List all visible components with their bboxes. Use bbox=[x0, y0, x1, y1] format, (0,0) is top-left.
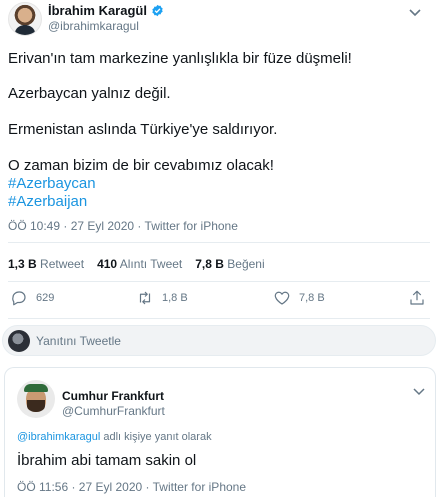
replying-to: @ibrahimkaragul adlı kişiye yanıt olarak bbox=[17, 431, 212, 443]
author-display-name[interactable]: İbrahim Karagül bbox=[48, 3, 147, 18]
like-button[interactable]: 7,8 B bbox=[273, 289, 325, 307]
tweet-timestamp[interactable]: ÖÖ 10:49 · 27 Eyl 2020 · Twitter for iPh… bbox=[8, 219, 238, 233]
share-icon bbox=[410, 290, 424, 305]
tweet-text-line: Azerbaycan yalnız değil. bbox=[8, 85, 171, 102]
chevron-down-icon[interactable] bbox=[406, 6, 424, 20]
divider bbox=[8, 281, 430, 282]
reply-count: 629 bbox=[36, 292, 55, 304]
like-stat-count: 7,8 B bbox=[195, 257, 224, 271]
comment-icon bbox=[12, 291, 26, 306]
divider bbox=[8, 318, 430, 319]
mention-link[interactable]: @ibrahimkaragul bbox=[17, 431, 100, 443]
tweet-stats: 1,3 B Retweet 410 Alıntı Tweet 7,8 B Beğ… bbox=[8, 257, 265, 271]
retweet-stat-count: 1,3 B bbox=[8, 257, 37, 271]
reply-text: İbrahim abi tamam sakin ol bbox=[17, 452, 197, 469]
retweet-count: 1,8 B bbox=[162, 292, 188, 304]
like-stat-label: Beğeni bbox=[227, 257, 265, 271]
quote-stat[interactable]: 410 Alıntı Tweet bbox=[97, 257, 182, 271]
divider bbox=[8, 242, 430, 243]
verified-badge-icon bbox=[152, 4, 163, 17]
quote-stat-label: Alıntı Tweet bbox=[119, 257, 183, 271]
avatar[interactable] bbox=[8, 2, 42, 36]
heart-icon bbox=[274, 291, 290, 305]
author-name-row: İbrahim Karagül bbox=[48, 3, 164, 18]
tweet-actions: 629 1,8 B 7,8 B bbox=[8, 289, 430, 311]
reply-author-handle[interactable]: @CumhurFrankfurt bbox=[62, 404, 165, 418]
retweet-button[interactable]: 1,8 B bbox=[136, 289, 188, 307]
hashtag-link[interactable]: #Azerbaijan bbox=[8, 193, 87, 211]
tweet-header: İbrahim Karagül @ibrahimkaragul bbox=[8, 2, 428, 36]
avatar-hat bbox=[24, 384, 48, 392]
reply-composer[interactable]: Yanıtını Tweetle bbox=[2, 325, 436, 356]
hashtag-link[interactable]: #Azerbaycan bbox=[8, 175, 96, 193]
share-button[interactable] bbox=[408, 289, 426, 307]
replying-to-text: adlı kişiye yanıt olarak bbox=[100, 431, 212, 443]
reply-tweet[interactable]: Cumhur Frankfurt @CumhurFrankfurt @ibrah… bbox=[4, 367, 436, 497]
author-handle[interactable]: @ibrahimkaragul bbox=[48, 19, 139, 33]
reply-timestamp[interactable]: ÖÖ 11:56 · 27 Eyl 2020 · Twitter for iPh… bbox=[17, 480, 246, 494]
tweet-text-line: O zaman bizim de bir cevabımız olacak! bbox=[8, 157, 274, 174]
avatar[interactable] bbox=[17, 380, 55, 418]
chevron-down-icon[interactable] bbox=[411, 386, 427, 398]
like-stat[interactable]: 7,8 B Beğeni bbox=[195, 257, 264, 271]
avatar bbox=[8, 330, 30, 352]
retweet-stat-label: Retweet bbox=[40, 257, 85, 271]
reply-input-placeholder[interactable]: Yanıtını Tweetle bbox=[36, 334, 121, 348]
tweet-text-line: Ermenistan aslında Türkiye'ye saldırıyor… bbox=[8, 121, 278, 138]
reply-button[interactable]: 629 bbox=[10, 289, 54, 307]
retweet-stat[interactable]: 1,3 B Retweet bbox=[8, 257, 84, 271]
quote-stat-count: 410 bbox=[97, 257, 118, 271]
reply-author-name[interactable]: Cumhur Frankfurt bbox=[62, 389, 164, 403]
tweet-text-line: Erivan'ın tam markezine yanlışlıkla bir … bbox=[8, 50, 352, 67]
like-count: 7,8 B bbox=[299, 292, 325, 304]
retweet-icon bbox=[139, 291, 151, 305]
avatar-beard bbox=[27, 400, 45, 412]
